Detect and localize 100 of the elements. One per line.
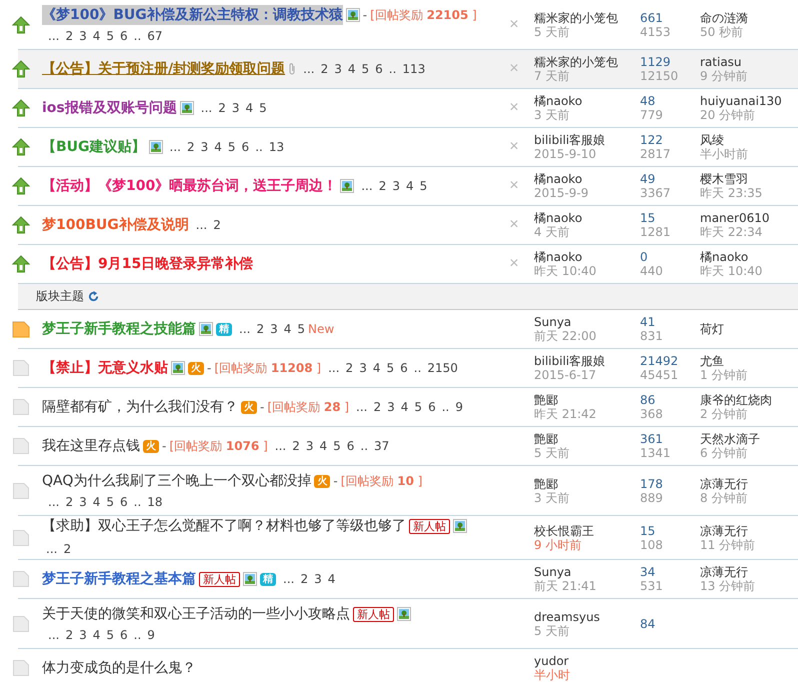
page-link[interactable]: ... xyxy=(48,494,60,510)
author-link[interactable]: 橘naoko xyxy=(534,172,640,186)
page-link[interactable]: 2 xyxy=(65,627,74,643)
page-link[interactable]: 4 xyxy=(92,494,100,510)
page-link[interactable]: 5 xyxy=(259,98,267,118)
page-link[interactable]: 5 xyxy=(333,436,341,456)
thread-title-link[interactable]: 梦王子新手教程之技能篇 xyxy=(42,319,196,339)
page-link[interactable]: 13 xyxy=(268,137,284,157)
page-link[interactable]: 37 xyxy=(374,436,390,456)
page-link[interactable]: .. xyxy=(442,397,450,417)
page-link[interactable]: 6 xyxy=(346,436,354,456)
page-link[interactable]: ... xyxy=(239,319,250,339)
page-link[interactable]: 3 xyxy=(200,137,208,157)
page-link[interactable]: 2 xyxy=(256,319,264,339)
page-link[interactable]: 3 xyxy=(334,59,342,79)
page-link[interactable]: 67 xyxy=(147,28,163,44)
last-poster-link[interactable]: 荷灯 xyxy=(700,322,798,336)
last-poster-link[interactable]: maner0610 xyxy=(700,211,798,225)
page-link[interactable]: 5 xyxy=(386,358,394,378)
page-link[interactable]: 4 xyxy=(92,627,100,643)
page-link[interactable]: 6 xyxy=(400,358,408,378)
author-link[interactable]: 艶郾 xyxy=(534,432,640,446)
page-link[interactable]: .. xyxy=(134,28,142,44)
page-link[interactable]: 5 xyxy=(297,319,306,339)
last-poster-link[interactable]: 康爷的红烧肉 xyxy=(700,393,798,407)
author-link[interactable]: Sunya xyxy=(534,315,640,329)
page-link[interactable]: 4 xyxy=(92,28,100,44)
page-link[interactable]: .. xyxy=(360,436,368,456)
last-poster-link[interactable]: 凉薄无行 xyxy=(700,565,798,579)
page-link[interactable]: 6 xyxy=(120,627,128,643)
page-link[interactable]: 5 xyxy=(362,59,370,79)
page-link[interactable]: 2 xyxy=(374,397,382,417)
author-link[interactable]: 艶郾 xyxy=(534,393,640,407)
page-link[interactable]: 6 xyxy=(242,137,250,157)
author-link[interactable]: 橘naoko xyxy=(534,250,640,264)
page-link[interactable]: .. xyxy=(134,627,142,643)
author-link[interactable]: bilibili客服娘 xyxy=(534,354,640,368)
page-link[interactable]: 4 xyxy=(348,59,356,79)
last-poster-link[interactable]: 天然水滴子 xyxy=(700,432,798,446)
author-link[interactable]: 糯米家的小笼包 xyxy=(534,10,640,24)
thread-title-link[interactable]: ios报错及双账号问题 xyxy=(42,98,177,118)
last-poster-link[interactable]: 命の涟漪 xyxy=(700,10,798,24)
page-link[interactable]: ... xyxy=(356,397,368,417)
last-poster-link[interactable]: 风绫 xyxy=(700,133,798,147)
page-link[interactable]: .. xyxy=(388,59,396,79)
page-link[interactable]: 2 xyxy=(63,539,72,559)
page-link[interactable]: 5 xyxy=(106,494,114,510)
page-link[interactable]: 3 xyxy=(270,319,278,339)
page-link[interactable]: 3 xyxy=(79,627,87,643)
author-link[interactable]: Sunya xyxy=(534,565,640,579)
page-link[interactable]: 9 xyxy=(455,397,463,417)
page-link[interactable]: 6 xyxy=(120,28,128,44)
page-link[interactable]: ... xyxy=(328,358,340,378)
page-link[interactable]: .. xyxy=(255,137,263,157)
author-link[interactable]: yudor xyxy=(534,654,640,668)
page-link[interactable]: ... xyxy=(200,98,212,118)
author-link[interactable]: 校长恨霸王 xyxy=(534,524,640,538)
last-poster-link[interactable]: 尤鱼 xyxy=(700,354,798,368)
page-link[interactable]: 4 xyxy=(214,137,222,157)
page-link[interactable]: 2 xyxy=(378,176,386,196)
page-link[interactable]: 4 xyxy=(400,397,408,417)
thread-title-link[interactable]: 我在这里存点钱 xyxy=(42,436,140,456)
page-link[interactable]: 4 xyxy=(328,569,336,589)
page-link[interactable]: 4 xyxy=(284,319,292,339)
page-link[interactable]: ... xyxy=(48,627,60,643)
author-link[interactable]: 艶郾 xyxy=(534,476,640,490)
thread-title-link[interactable]: 【活动】《梦100》晒最苏台词，送王子周边！ xyxy=(42,176,338,196)
page-link[interactable]: 2 xyxy=(292,436,300,456)
thread-title-link[interactable]: 【禁止】无意义水贴 xyxy=(42,358,168,378)
thread-title-link[interactable]: 关于天使的微笑和双心王子活动的一些小小攻略点 xyxy=(42,604,350,624)
page-link[interactable]: 3 xyxy=(359,358,367,378)
page-link[interactable]: 5 xyxy=(106,28,114,44)
page-link[interactable]: 4 xyxy=(372,358,380,378)
thread-title-link[interactable]: 【BUG建议贴】 xyxy=(42,137,146,157)
author-link[interactable]: 糯米家的小笼包 xyxy=(534,55,640,69)
page-link[interactable]: 5 xyxy=(414,397,422,417)
page-link[interactable]: 2 xyxy=(218,98,226,118)
thread-title-link[interactable]: 【公告】关于预注册/封测奖励领取问题 xyxy=(42,59,286,79)
page-link[interactable]: .. xyxy=(414,358,422,378)
page-link[interactable]: ... xyxy=(361,176,373,196)
page-link[interactable]: ... xyxy=(48,28,60,44)
author-link[interactable]: 橘naoko xyxy=(534,94,640,108)
page-link[interactable]: 4 xyxy=(406,176,414,196)
page-link[interactable]: 113 xyxy=(402,59,426,79)
page-link[interactable]: 5 xyxy=(420,176,428,196)
author-link[interactable]: 橘naoko xyxy=(534,211,640,225)
page-link[interactable]: ... xyxy=(170,137,181,157)
last-poster-link[interactable]: 樱木雪羽 xyxy=(700,172,798,186)
page-link[interactable]: 4 xyxy=(319,436,328,456)
page-link[interactable]: 18 xyxy=(147,494,163,510)
page-link[interactable]: 2 xyxy=(346,358,354,378)
page-link[interactable]: 2 xyxy=(186,137,195,157)
last-poster-link[interactable]: ratiasu xyxy=(700,55,798,69)
page-link[interactable]: 4 xyxy=(245,98,254,118)
page-link[interactable]: .. xyxy=(134,494,142,510)
thread-title-link[interactable]: QAQ为什么我刷了三个晚上一个双心都没掉 xyxy=(42,471,312,491)
page-link[interactable]: 2 xyxy=(320,59,328,79)
last-poster-link[interactable]: 橘naoko xyxy=(700,250,798,264)
page-link[interactable]: 2 xyxy=(213,215,221,235)
author-link[interactable]: dreamsyus xyxy=(534,610,640,624)
